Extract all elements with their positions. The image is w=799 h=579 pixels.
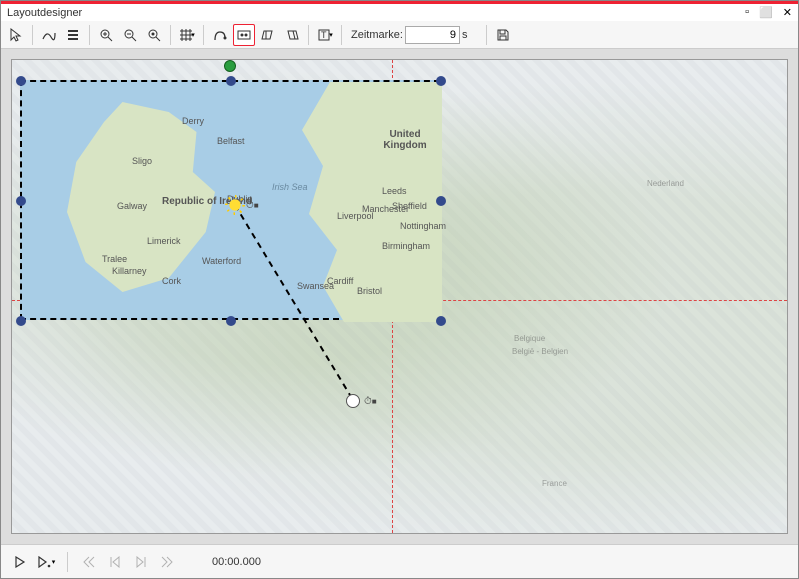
main-toolbar: ▾ T▾ Zeitmarke: s (1, 21, 798, 49)
maximize-icon[interactable]: ⬜ (759, 6, 773, 19)
text-tool-icon[interactable]: T▾ (314, 24, 336, 46)
curve-tool-icon[interactable] (38, 24, 60, 46)
timemark-unit: s (462, 29, 468, 41)
zoom-out-icon[interactable] (119, 24, 141, 46)
grid-tool-icon[interactable]: ▾ (176, 24, 198, 46)
toolbar-separator (486, 25, 487, 45)
motion-path[interactable] (12, 60, 788, 534)
toolbar-separator (32, 25, 33, 45)
rewind-icon (78, 551, 100, 573)
timemark-label: Zeitmarke: (351, 29, 403, 41)
toolbar-separator (341, 25, 342, 45)
design-canvas[interactable]: Nederland Belgique België - Belgien Fran… (11, 59, 788, 534)
window-controls: ▫ ⬜ ✕ (745, 6, 792, 19)
zoom-in-icon[interactable] (95, 24, 117, 46)
timemark-input[interactable] (405, 26, 460, 44)
zoom-fit-icon[interactable] (143, 24, 165, 46)
select-tool-icon[interactable] (5, 24, 27, 46)
window-title: Layoutdesigner (7, 7, 82, 19)
titlebar: Layoutdesigner ▫ ⬜ ✕ (1, 1, 798, 21)
align-tool-icon[interactable] (62, 24, 84, 46)
step-back-icon (104, 551, 126, 573)
keyframe-end-icons: ⏱⏹ (364, 396, 377, 407)
keyframe-end-marker[interactable] (346, 394, 360, 408)
svg-text:T: T (321, 30, 327, 40)
keyframe-rect-tool-icon[interactable] (233, 24, 255, 46)
play-icon[interactable] (9, 551, 31, 573)
skew-left-icon[interactable] (257, 24, 279, 46)
step-forward-icon (130, 551, 152, 573)
close-icon[interactable]: ✕ (783, 6, 792, 19)
timecode-display: 00:00.000 (212, 556, 261, 568)
toolbar-separator (308, 25, 309, 45)
toolbar-separator (89, 25, 90, 45)
keyframe-start-icons: ⏱⏹ (246, 200, 259, 211)
save-icon[interactable] (492, 24, 514, 46)
path-tool-icon[interactable] (209, 24, 231, 46)
canvas-wrap: Nederland Belgique België - Belgien Fran… (1, 49, 798, 544)
toolbar-separator (170, 25, 171, 45)
playback-separator (67, 552, 68, 572)
toolbar-separator (203, 25, 204, 45)
app-window: Layoutdesigner ▫ ⬜ ✕ ▾ T▾ Zeitmarke: s (0, 0, 799, 579)
skew-right-icon[interactable] (281, 24, 303, 46)
keyframe-start-marker[interactable] (228, 198, 242, 212)
playback-bar: ▾ 00:00.000 (1, 544, 798, 578)
play-step-icon[interactable]: ▾ (35, 551, 57, 573)
minimize-icon[interactable]: ▫ (745, 6, 749, 19)
fast-forward-icon (156, 551, 178, 573)
